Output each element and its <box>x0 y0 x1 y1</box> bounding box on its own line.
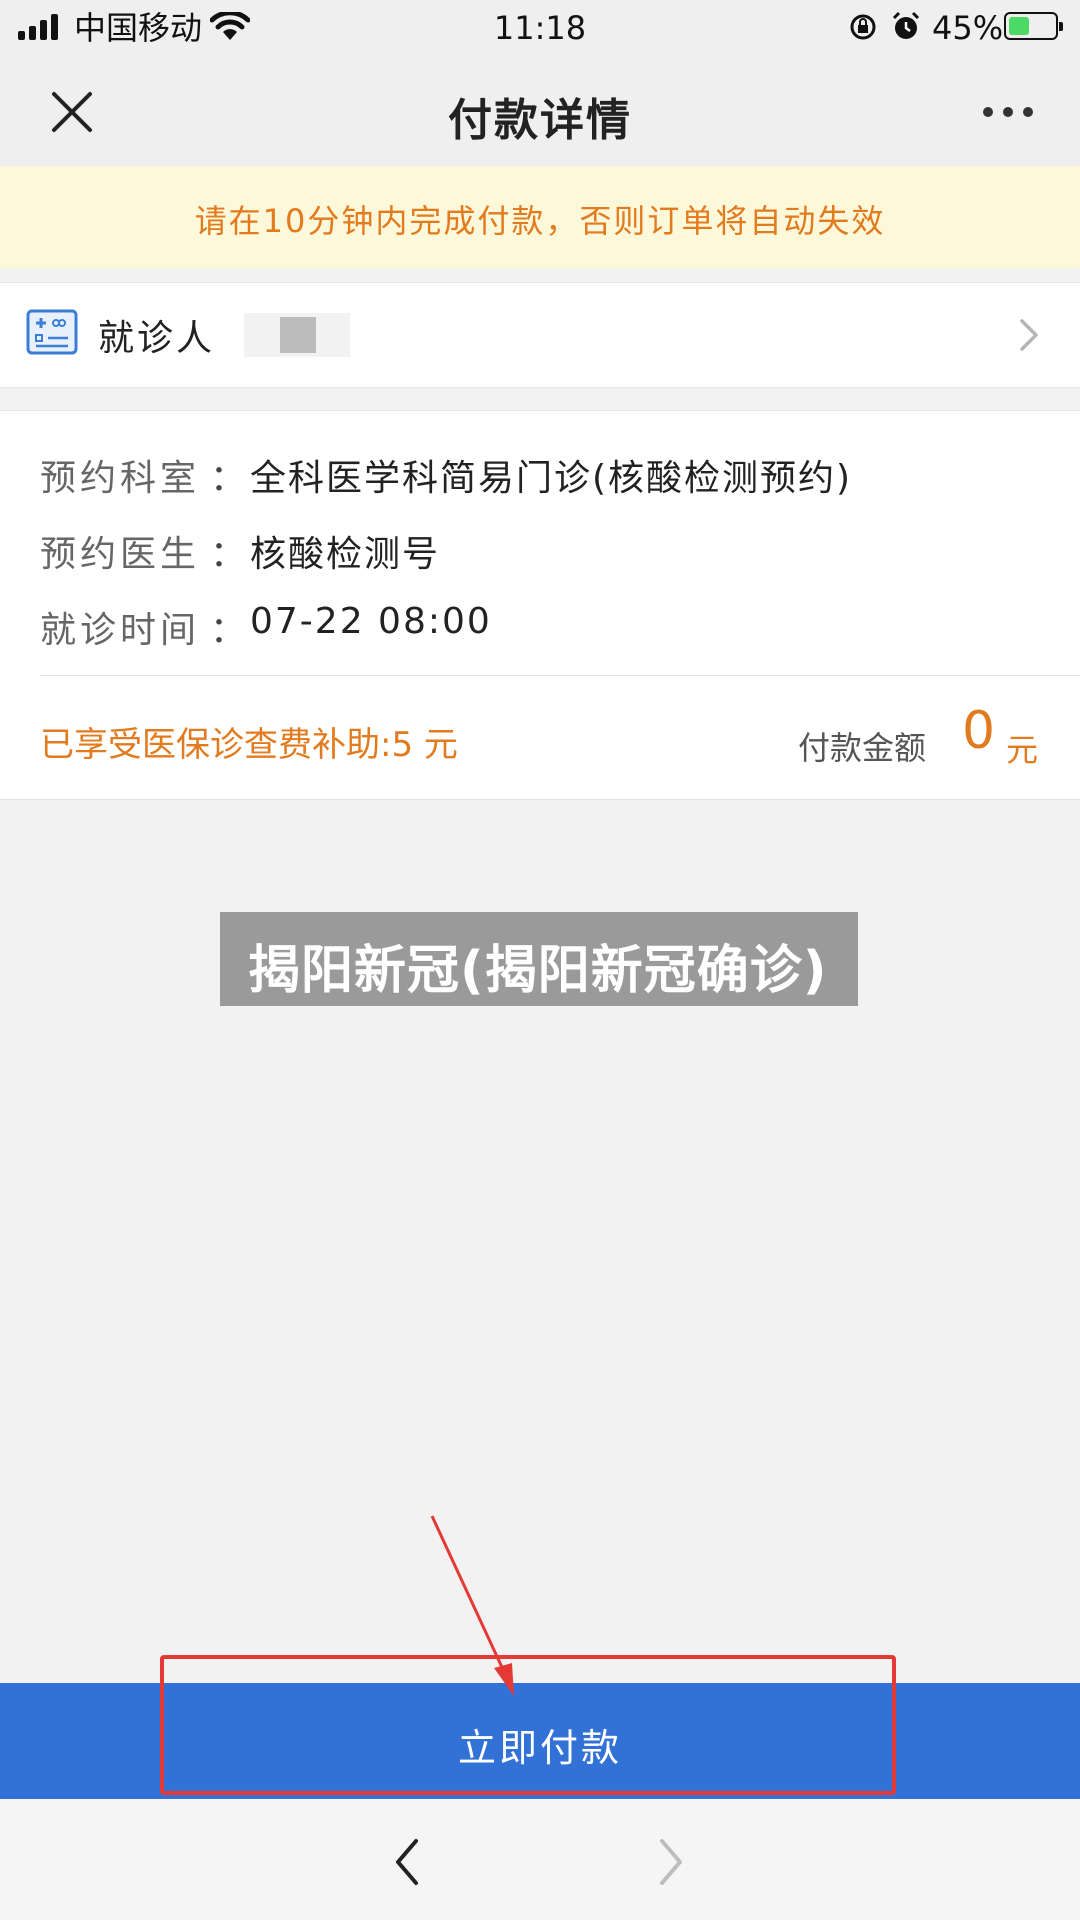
detail-colon: ： <box>210 534 247 575</box>
watermark-text: 揭阳新冠(揭阳新冠确诊) <box>248 941 828 1001</box>
detail-colon: ： <box>210 610 247 651</box>
detail-value: 07-22 08:00 <box>250 601 492 642</box>
forward-arrow-icon[interactable] <box>656 1837 686 1887</box>
detail-row: 就诊时间 ： 07-22 08:00 <box>40 601 1060 651</box>
payment-timeout-notice: 请在10分钟内完成付款，否则订单将自动失效 <box>0 166 1080 268</box>
payment-amount-label: 付款金额 <box>798 729 927 767</box>
notice-text: 请在10分钟内完成付款，否则订单将自动失效 <box>194 202 886 240</box>
patient-selector-row[interactable]: 就诊人 <box>0 282 1080 388</box>
insurance-subsidy-text: 已享受医保诊查费补助:5 元 <box>40 725 458 765</box>
article-watermark: 揭阳新冠(揭阳新冠确诊) <box>220 912 858 1006</box>
status-bar: 中国移动 11:18 45% <box>0 0 1080 56</box>
nav-bar: 付款详情 <box>0 56 1080 166</box>
payment-amount-value: 0 <box>962 701 996 761</box>
alarm-icon <box>892 11 920 39</box>
detail-value: 核酸检测号 <box>250 534 441 575</box>
detail-row: 预约科室 ： 全科医学科简易门诊(核酸检测预约) <box>40 449 1060 499</box>
rotation-lock-icon <box>850 14 876 40</box>
back-arrow-icon[interactable] <box>392 1837 422 1887</box>
browser-toolbar <box>0 1799 1080 1920</box>
battery-level-fill <box>1009 17 1029 35</box>
detail-label: 预约医生 <box>40 534 201 575</box>
detail-colon: ： <box>210 458 247 499</box>
patient-label: 就诊人 <box>98 318 216 359</box>
divider <box>40 675 1080 676</box>
detail-row: 预约医生 ： 核酸检测号 <box>40 525 1060 575</box>
chevron-right-icon <box>1020 319 1038 351</box>
detail-value: 全科医学科简易门诊(核酸检测预约) <box>250 458 853 499</box>
detail-label: 预约科室 <box>40 458 201 499</box>
patient-name-redacted <box>244 313 350 357</box>
payment-amount-unit: 元 <box>1006 731 1039 769</box>
detail-label: 就诊时间 <box>40 610 201 651</box>
battery-percent: 45% <box>932 9 1004 47</box>
battery-icon <box>1004 12 1063 40</box>
page-title: 付款详情 <box>448 95 632 146</box>
appointment-details-card: 预约科室 ： 全科医学科简易门诊(核酸检测预约) 预约医生 ： 核酸检测号 就诊… <box>0 410 1080 800</box>
more-icon[interactable] <box>980 102 1036 122</box>
annotation-arrow <box>430 1515 514 1696</box>
patient-card-icon <box>26 309 78 355</box>
